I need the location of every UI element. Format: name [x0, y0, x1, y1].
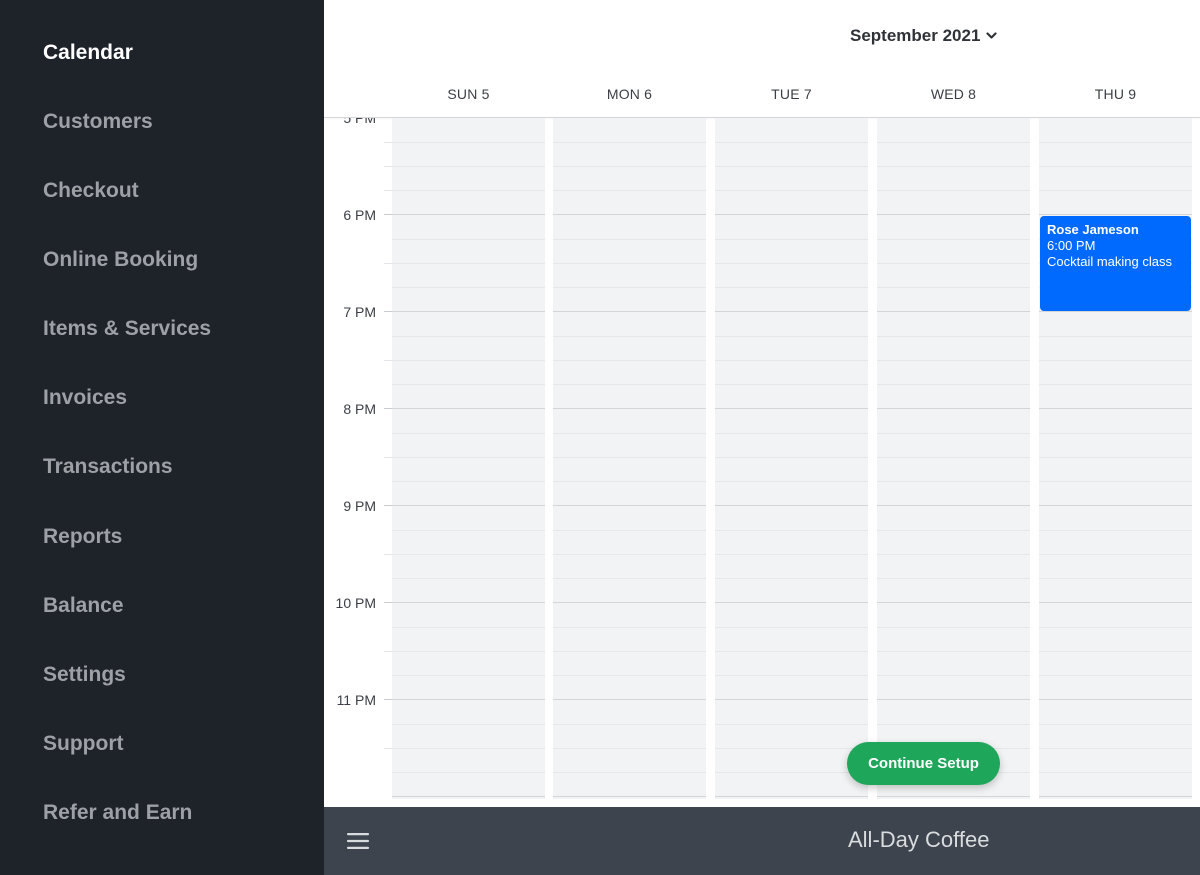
half-hour-tick — [384, 166, 392, 167]
appointment-event[interactable]: Rose Jameson 6:00 PM Cocktail making cla… — [1040, 216, 1191, 311]
sidebar-item-reports[interactable]: Reports — [43, 517, 122, 557]
half-hour-tick — [384, 190, 392, 191]
event-customer-name: Rose Jameson — [1047, 222, 1139, 237]
time-label-8pm: 8 PM — [343, 401, 376, 417]
event-time: 6:00 PM — [1047, 238, 1096, 253]
month-picker[interactable]: September 2021 — [850, 22, 998, 50]
hour-tick — [384, 602, 392, 603]
sidebar-item-transactions[interactable]: Transactions — [43, 447, 173, 487]
continue-setup-button[interactable]: Continue Setup — [847, 742, 1000, 785]
sidebar-item-support[interactable]: Support — [43, 724, 123, 764]
sidebar-item-settings[interactable]: Settings — [43, 655, 126, 695]
day-column-wed[interactable] — [877, 118, 1030, 799]
sidebar-item-invoices[interactable]: Invoices — [43, 378, 127, 418]
day-column-mon[interactable] — [553, 118, 706, 799]
bottom-bar: All-Day Coffee — [324, 807, 1200, 875]
chevron-down-icon — [986, 32, 998, 39]
day-header-wed: WED 8 — [930, 86, 977, 102]
half-hour-tick — [384, 142, 392, 143]
time-label-5pm: 5 PM — [343, 118, 376, 126]
day-header-sun: SUN 5 — [447, 86, 490, 102]
time-label-10pm: 10 PM — [335, 595, 376, 611]
time-label-7pm: 7 PM — [343, 304, 376, 320]
sidebar-item-balance[interactable]: Balance — [43, 586, 124, 626]
sidebar-item-checkout[interactable]: Checkout — [43, 171, 139, 211]
half-hour-tick — [384, 263, 392, 264]
half-hour-tick — [384, 554, 392, 555]
day-column-tue[interactable] — [715, 118, 868, 799]
hour-tick — [384, 408, 392, 409]
sidebar-item-items-services[interactable]: Items & Services — [43, 309, 211, 349]
half-hour-tick — [384, 651, 392, 652]
day-header-thu: THU 9 — [1094, 86, 1137, 102]
half-hour-tick — [384, 748, 392, 749]
hour-tick — [384, 311, 392, 312]
app-window: Calendar Customers Checkout Online Booki… — [0, 0, 1200, 875]
sidebar-item-online-booking[interactable]: Online Booking — [43, 240, 198, 280]
half-hour-tick — [384, 457, 392, 458]
hour-tick — [384, 505, 392, 506]
day-header-tue: TUE 7 — [771, 86, 812, 102]
time-label-6pm: 6 PM — [343, 207, 376, 223]
sidebar-item-calendar[interactable]: Calendar — [43, 33, 133, 73]
month-label: September 2021 — [850, 26, 981, 45]
sidebar-item-refer-and-earn[interactable]: Refer and Earn — [43, 793, 192, 833]
calendar-grid[interactable]: 5 PM 6 PM 7 PM 8 PM 9 PM 10 PM 11 PM Ros… — [324, 118, 1200, 807]
hour-tick — [384, 699, 392, 700]
day-header-mon: MON 6 — [606, 86, 653, 102]
time-label-9pm: 9 PM — [343, 498, 376, 514]
event-service: Cocktail making class — [1047, 254, 1172, 269]
hamburger-menu-icon[interactable] — [346, 829, 370, 853]
sidebar-item-customers[interactable]: Customers — [43, 102, 153, 142]
half-hour-tick — [384, 360, 392, 361]
day-column-sun[interactable] — [392, 118, 545, 799]
sidebar: Calendar Customers Checkout Online Booki… — [0, 0, 324, 875]
hour-tick — [384, 214, 392, 215]
calendar-main: September 2021 SUN 5 MON 6 TUE 7 WED 8 T… — [324, 0, 1200, 807]
time-label-11pm: 11 PM — [336, 692, 376, 708]
business-name: All-Day Coffee — [848, 827, 990, 852]
